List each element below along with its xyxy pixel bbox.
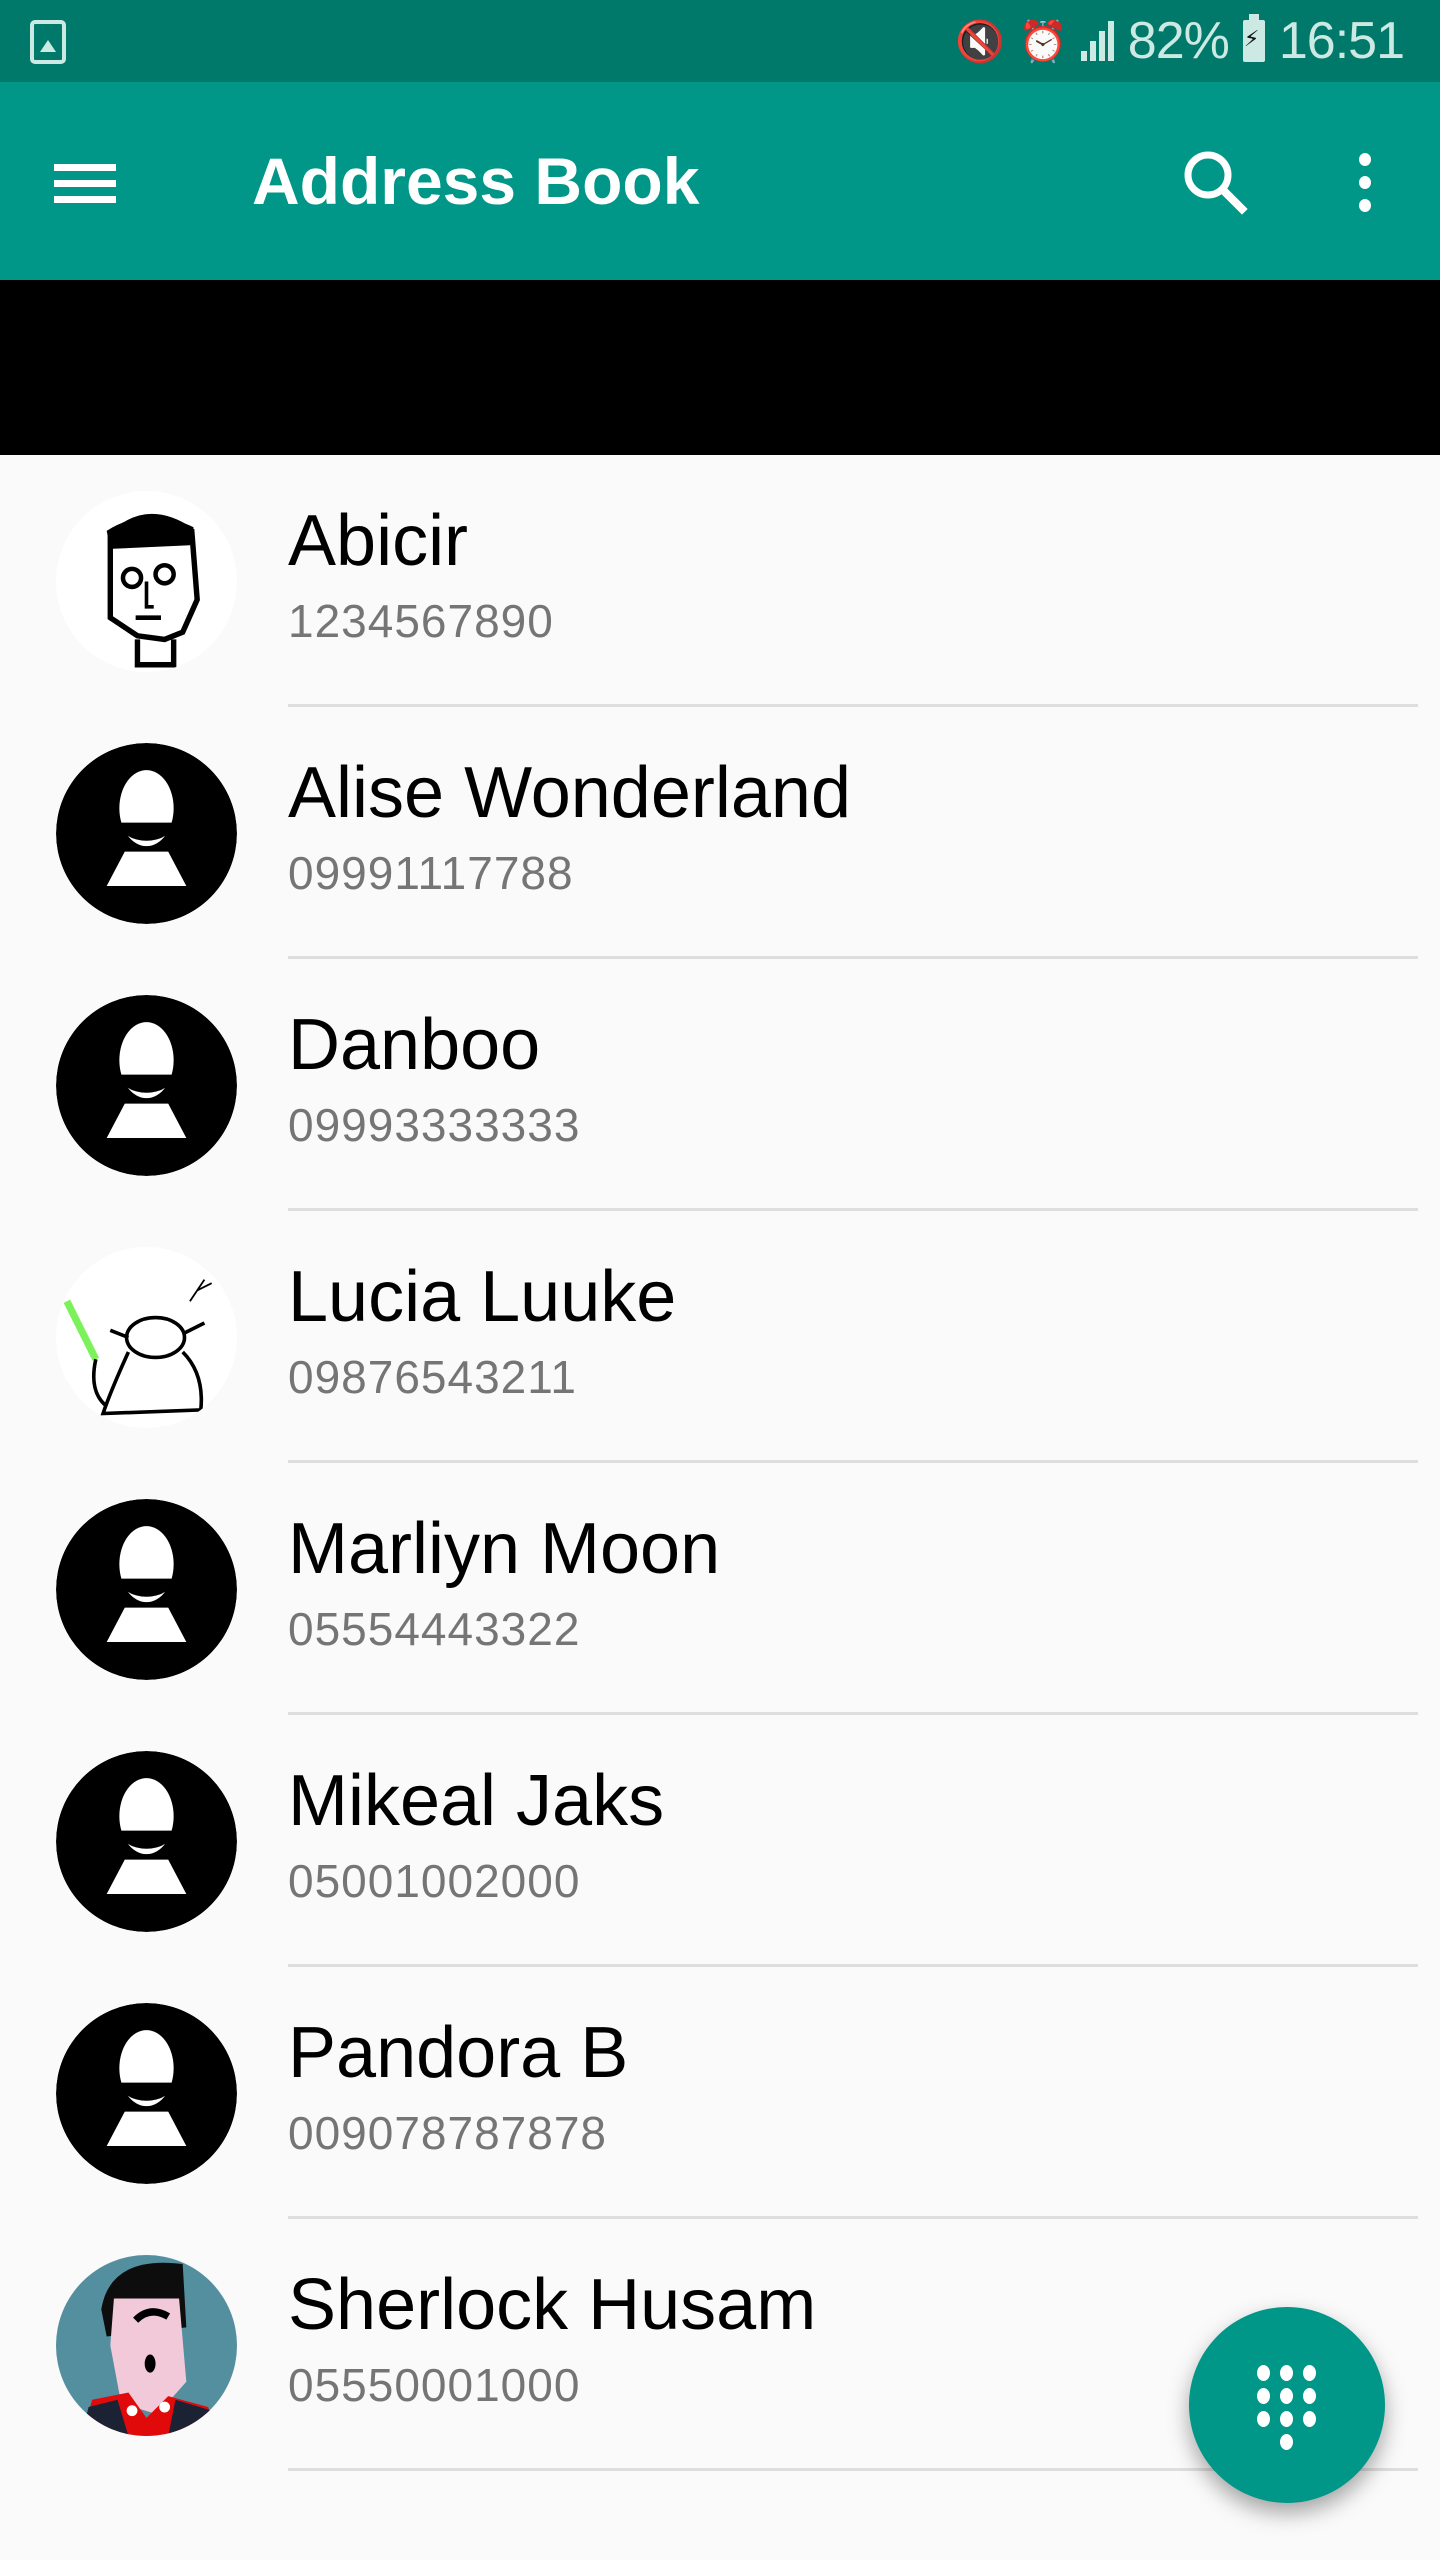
contact-name: Sherlock Husam (288, 2265, 817, 2345)
header-banner (0, 280, 1440, 455)
contact-name: Mikeal Jaks (288, 1761, 665, 1841)
contact-phone: 09991117788 (288, 847, 574, 899)
contact-row[interactable]: Alise Wonderland 09991117788 (0, 707, 1440, 959)
contact-list[interactable]: Abicir 1234567890 Alise Wonderland 09991… (0, 455, 1440, 2471)
contact-name: Abicir (288, 501, 469, 581)
app-bar: Address Book (0, 82, 1440, 280)
contact-phone: 05550001000 (288, 2359, 581, 2411)
default-person-icon (56, 743, 237, 924)
dialpad-button[interactable] (1189, 2307, 1385, 2503)
default-person-icon (56, 995, 237, 1176)
contact-phone: 05001002000 (288, 1855, 581, 1907)
page-title: Address Book (252, 144, 700, 218)
default-person-icon (56, 2003, 237, 2184)
vibrate-mute-icon: 🔇 (955, 19, 1005, 64)
contact-row[interactable]: Marliyn Moon 05554443322 (0, 1463, 1440, 1715)
search-icon[interactable] (1170, 137, 1260, 227)
default-person-icon (56, 1751, 237, 1932)
contact-row[interactable]: Danboo 09993333333 (0, 959, 1440, 1211)
image-notification-icon (30, 20, 66, 64)
contact-name: Danboo (288, 1005, 541, 1085)
contact-name: Alise Wonderland (288, 753, 851, 833)
contact-row[interactable]: Abicir 1234567890 (0, 455, 1440, 707)
contact-row[interactable]: Mikeal Jaks 05001002000 (0, 1715, 1440, 1967)
contact-row[interactable]: Lucia Luuke 09876543211 (0, 1211, 1440, 1463)
contact-name: Lucia Luuke (288, 1257, 677, 1337)
default-person-icon (56, 1499, 237, 1680)
battery-percent: 82% (1127, 12, 1230, 70)
signal-icon (1080, 21, 1114, 61)
contact-name: Marliyn Moon (288, 1509, 721, 1589)
status-bar: 🔇 ⏰ 82% 16:51 (0, 0, 1440, 82)
avatar-sketch-face (56, 491, 237, 672)
avatar-cartoon-portrait (56, 2255, 237, 2436)
contact-phone: 009078787878 (288, 2107, 607, 2159)
clock: 16:51 (1278, 12, 1405, 70)
contact-name: Pandora B (288, 2013, 629, 2093)
battery-charging-icon (1242, 14, 1265, 62)
contact-phone: 05554443322 (288, 1603, 581, 1655)
hamburger-menu-icon[interactable] (40, 142, 128, 220)
alarm-icon: ⏰ (1017, 19, 1068, 64)
contact-phone: 1234567890 (288, 595, 554, 647)
contact-phone: 09993333333 (288, 1099, 581, 1151)
avatar-yoda-sketch (56, 1247, 237, 1428)
contact-phone: 09876543211 (288, 1351, 577, 1403)
status-indicators: 🔇 ⏰ 82% 16:51 (955, 0, 1405, 82)
contact-row[interactable]: Pandora B 009078787878 (0, 1967, 1440, 2219)
more-vert-icon[interactable] (1320, 137, 1410, 227)
dialpad-icon (1257, 2365, 1317, 2451)
